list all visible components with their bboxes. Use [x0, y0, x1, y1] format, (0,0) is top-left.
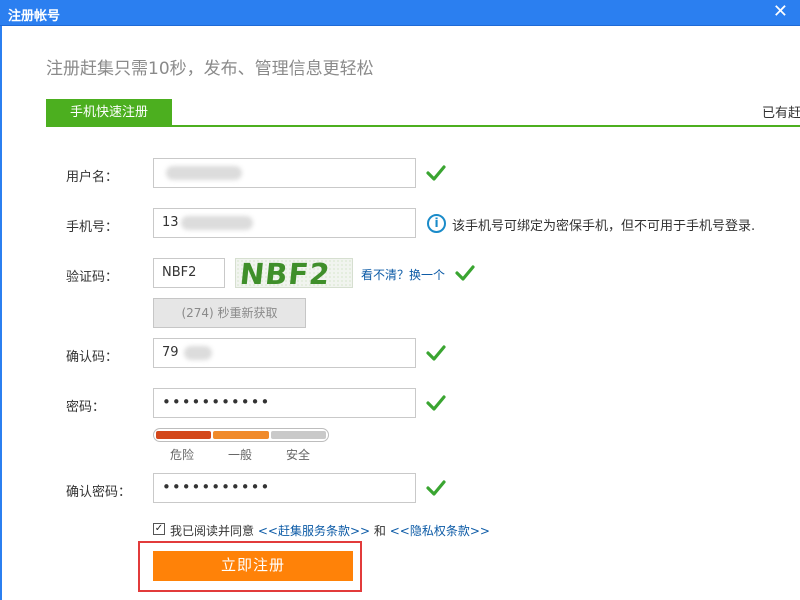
phone-label: 手机号： — [66, 220, 119, 235]
check-icon — [426, 479, 446, 497]
check-icon — [426, 344, 446, 362]
check-icon — [426, 164, 446, 182]
phone-value: 13 — [162, 215, 179, 230]
strength-label-safe: 安全 — [286, 448, 311, 462]
phone-input[interactable]: 13 — [153, 208, 416, 238]
strength-label-danger: 危险 — [170, 448, 195, 462]
captcha-refresh-link[interactable]: 看不清？换一个 — [361, 266, 445, 283]
title-bar: 注册帐号 ✕ — [0, 0, 800, 26]
password-label: 密码： — [66, 400, 106, 415]
tab-phone-register[interactable]: 手机快速注册 — [46, 99, 172, 127]
confirm-code-value: 79 — [162, 345, 179, 360]
agreement-text: 我已阅读并同意 <<赶集服务条款>> 和 <<隐私权条款>> — [170, 522, 490, 539]
page-subtitle: 注册赶集只需10秒，发布、管理信息更轻松 — [46, 59, 374, 79]
window-title: 注册帐号 — [8, 9, 61, 24]
captcha-image[interactable]: NBF2 — [235, 258, 353, 288]
check-icon — [455, 264, 475, 282]
confirm-code-label: 确认码： — [66, 350, 119, 365]
redacted-blur — [184, 346, 212, 360]
captcha-input[interactable]: NBF2 — [153, 258, 225, 288]
strength-segment-safe — [270, 431, 326, 439]
confirm-password-label: 确认密码： — [66, 485, 132, 500]
username-label: 用户名： — [66, 170, 119, 185]
password-input[interactable]: ••••••••••• — [153, 388, 416, 418]
redacted-blur — [181, 216, 253, 230]
check-icon — [426, 394, 446, 412]
phone-hint: 该手机号可绑定为密保手机，但不可用于手机号登录. — [452, 219, 756, 234]
captcha-label: 验证码： — [66, 270, 119, 285]
agree-checkbox[interactable]: ✓ — [153, 523, 165, 535]
tab-underline — [46, 125, 800, 127]
window-border — [0, 26, 2, 600]
info-icon: i — [427, 214, 446, 233]
existing-account-link[interactable]: 已有赶 — [762, 102, 800, 121]
redacted-blur — [166, 166, 242, 180]
resend-code-button[interactable]: (274) 秒重新获取 — [153, 298, 306, 328]
service-terms-link[interactable]: <<赶集服务条款>> — [258, 524, 370, 538]
captcha-image-text: NBF2 — [238, 258, 333, 288]
register-submit-button[interactable]: 立即注册 — [153, 551, 353, 581]
strength-label-mid: 一般 — [228, 448, 253, 462]
agreement-prefix: 我已阅读并同意 — [170, 524, 255, 538]
confirm-code-input[interactable]: 79 — [153, 338, 416, 368]
confirm-password-input[interactable]: ••••••••••• — [153, 473, 416, 503]
agreement-conjunction: 和 — [373, 524, 386, 538]
privacy-terms-link[interactable]: <<隐私权条款>> — [390, 524, 490, 538]
strength-segment-danger — [156, 431, 212, 439]
password-strength-meter — [153, 428, 329, 442]
close-icon[interactable]: ✕ — [773, 2, 788, 22]
strength-segment-mid — [213, 431, 269, 439]
username-input[interactable] — [153, 158, 416, 188]
